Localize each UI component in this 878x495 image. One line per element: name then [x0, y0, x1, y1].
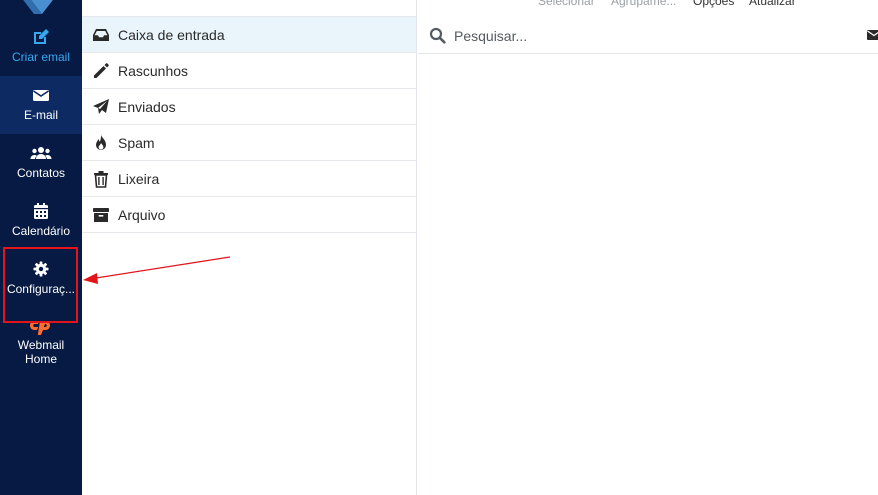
- folder-drafts-label: Rascunhos: [118, 63, 189, 79]
- settings-highlight-box: [3, 247, 78, 323]
- paper-plane-icon: [92, 98, 110, 116]
- nav-calendar-label: Calendário: [11, 224, 71, 238]
- envelope-icon: [0, 86, 82, 106]
- webmail-app: Criar email E-mail Contatos Calendário C: [0, 0, 878, 495]
- refresh-button[interactable]: Atualizar: [749, 0, 796, 8]
- folder-trash-label: Lixeira: [118, 171, 160, 187]
- users-icon: [0, 144, 82, 164]
- folder-archive-label: Arquivo: [118, 207, 166, 223]
- folder-spam-label: Spam: [118, 135, 155, 151]
- folder-inbox-label: Caixa de entrada: [118, 27, 225, 43]
- folder-inbox[interactable]: Caixa de entrada: [82, 17, 416, 53]
- edit-icon: [0, 28, 82, 48]
- folder-sent[interactable]: Enviados: [82, 89, 416, 125]
- fire-icon: [92, 134, 110, 152]
- folder-trash[interactable]: Lixeira: [82, 161, 416, 197]
- nav-contacts-item[interactable]: Contatos: [0, 134, 82, 192]
- envelope-filter-icon[interactable]: [867, 28, 878, 42]
- group-button[interactable]: Agrupame...: [611, 0, 676, 8]
- folder-drafts[interactable]: Rascunhos: [82, 53, 416, 89]
- folder-list: Caixa de entrada Rascunhos Enviados Spam: [82, 0, 417, 495]
- nav-compose-button[interactable]: Criar email: [0, 18, 82, 76]
- nav-calendar-item[interactable]: Calendário: [0, 192, 82, 250]
- nav-email-label: E-mail: [23, 108, 58, 122]
- options-button[interactable]: Opções: [693, 0, 734, 8]
- main-nav: Criar email E-mail Contatos Calendário C: [0, 0, 82, 495]
- search-input[interactable]: [454, 26, 834, 46]
- search-icon: [429, 27, 446, 44]
- nav-compose-label: Criar email: [11, 50, 70, 64]
- trash-icon: [92, 170, 110, 188]
- folder-archive[interactable]: Arquivo: [82, 197, 416, 233]
- folder-sent-label: Enviados: [118, 99, 176, 115]
- nav-webmail-home-label: Webmail Home: [17, 338, 65, 366]
- folder-list-header: [82, 0, 416, 17]
- select-button[interactable]: Selecionar: [538, 0, 595, 8]
- inbox-icon: [92, 26, 110, 44]
- folder-spam[interactable]: Spam: [82, 125, 416, 161]
- pencil-icon: [92, 62, 110, 80]
- search-bar: [418, 17, 878, 54]
- message-list: [418, 17, 878, 495]
- calendar-icon: [0, 202, 82, 222]
- nav-contacts-label: Contatos: [16, 166, 66, 180]
- message-toolbar: Selecionar Agrupame... Opções Atualizar: [418, 0, 878, 10]
- app-logo: [23, 0, 53, 14]
- nav-email-item[interactable]: E-mail: [0, 76, 82, 134]
- archive-icon: [92, 206, 110, 224]
